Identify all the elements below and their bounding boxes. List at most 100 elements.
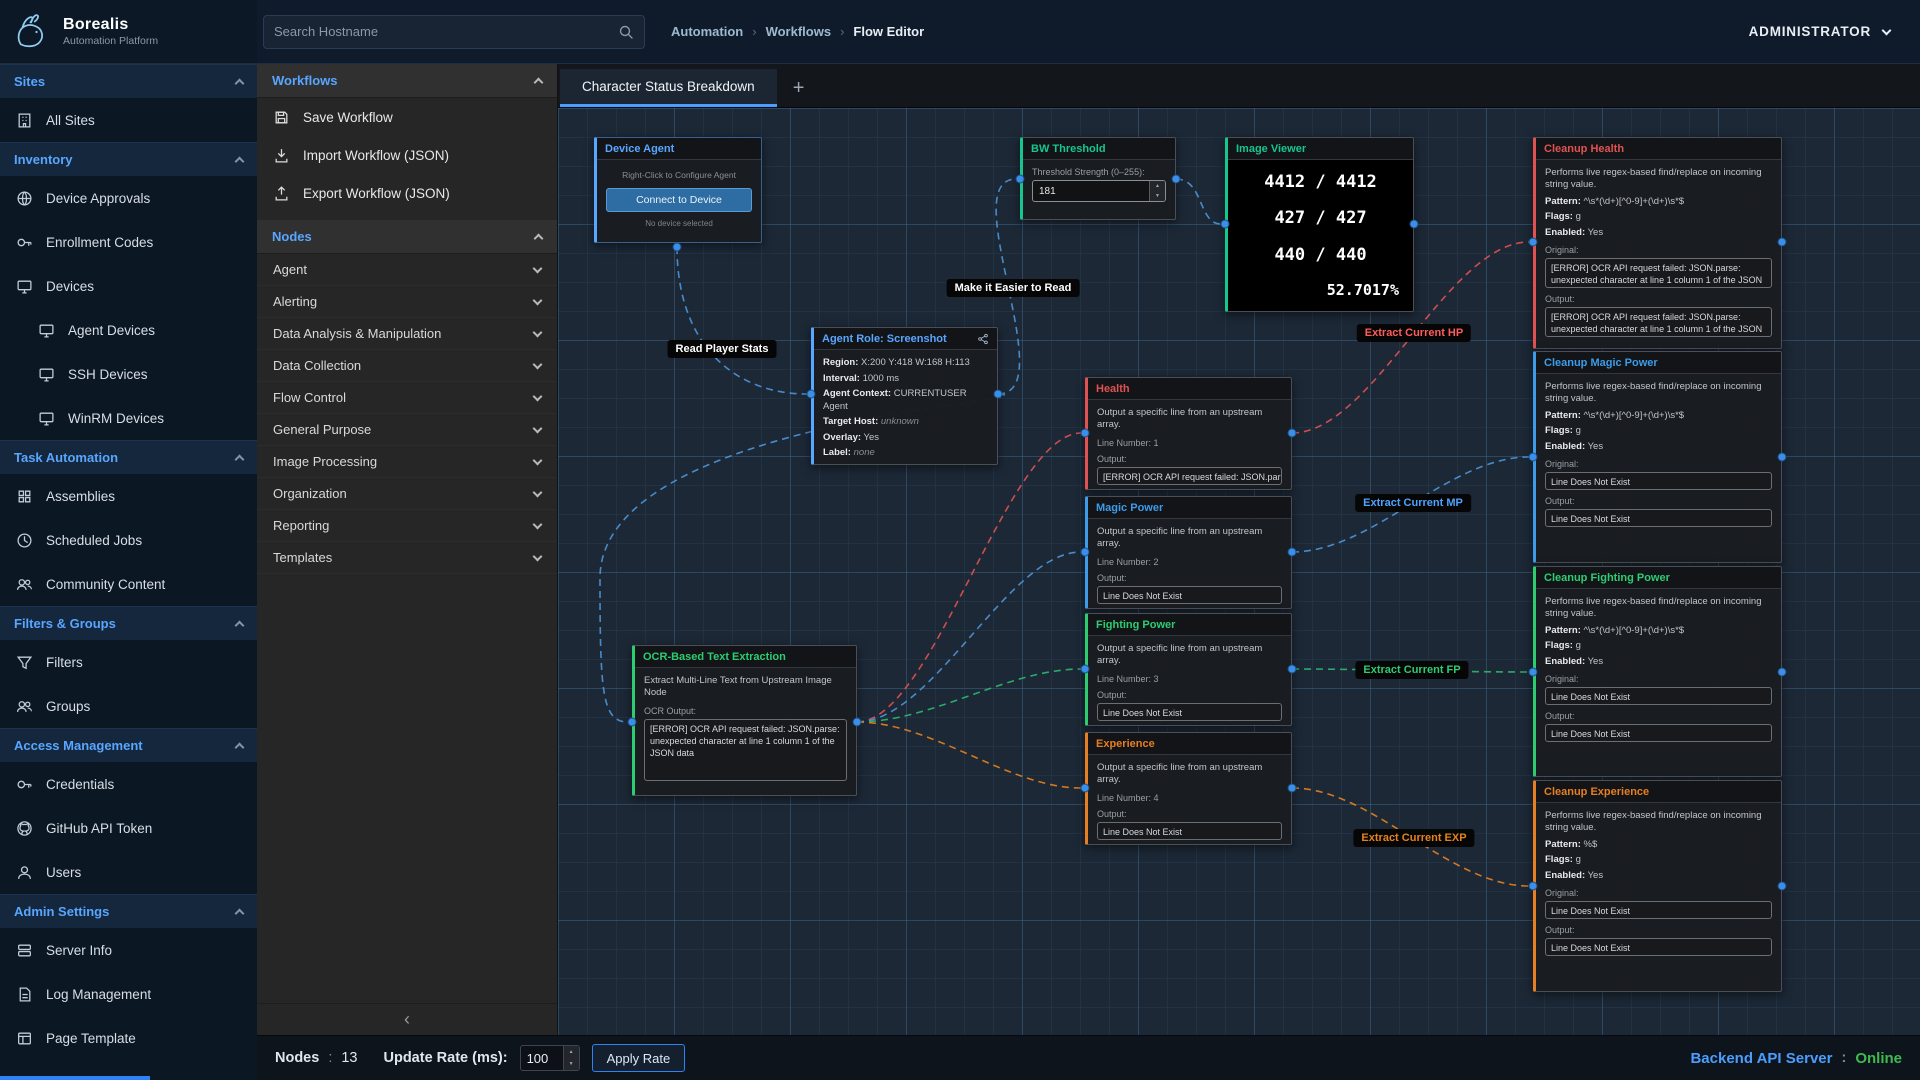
spinner-up-icon[interactable]: ▲ — [564, 1046, 579, 1058]
node-category-templates[interactable]: Templates — [257, 542, 557, 574]
node-cleanup-health[interactable]: Cleanup Health Performs live regex-based… — [1533, 137, 1782, 349]
sidebar-section-admin-settings[interactable]: Admin Settings — [0, 894, 257, 928]
field-value: %$ — [1584, 839, 1598, 850]
sidebar-item-users[interactable]: Users — [0, 850, 257, 894]
nodes-header[interactable]: Nodes — [257, 220, 557, 254]
breadcrumb-workflows[interactable]: Workflows — [766, 24, 832, 39]
collapse-panel-button[interactable]: ‹ — [257, 1003, 557, 1035]
sidebar-item-credentials[interactable]: Credentials — [0, 762, 257, 806]
sidebar-item-all-sites[interactable]: All Sites — [0, 98, 257, 142]
node-category-alerting[interactable]: Alerting — [257, 286, 557, 318]
node-category-data-collection[interactable]: Data Collection — [257, 350, 557, 382]
node-category-image-processing[interactable]: Image Processing — [257, 446, 557, 478]
brand[interactable]: Borealis Automation Platform — [0, 0, 257, 63]
threshold-input[interactable] — [1033, 181, 1149, 201]
output-value[interactable]: Line Does Not Exist — [1545, 724, 1772, 742]
sidebar-item-enrollment-codes[interactable]: Enrollment Codes — [0, 220, 257, 264]
original-value[interactable]: Line Does Not Exist — [1545, 901, 1772, 919]
sidebar-item-groups[interactable]: Groups — [0, 684, 257, 728]
sidebar-section-filters-groups[interactable]: Filters & Groups — [0, 606, 257, 640]
sidebar-item-github-api-token[interactable]: GitHub API Token — [0, 806, 257, 850]
output-value[interactable]: Line Does Not Exist — [1545, 509, 1772, 527]
node-image-viewer[interactable]: Image Viewer 4412 / 4412 427 / 427 440 /… — [1225, 137, 1414, 312]
node-title: Image Viewer — [1236, 143, 1306, 155]
import-workflow-button[interactable]: Import Workflow (JSON) — [257, 136, 557, 174]
node-device-agent[interactable]: Device Agent Right-Click to Configure Ag… — [594, 137, 762, 243]
node-category-organization[interactable]: Organization — [257, 478, 557, 510]
node-cleanup-fighting-power[interactable]: Cleanup Fighting Power Performs live reg… — [1533, 566, 1782, 777]
sidebar-section-task-automation[interactable]: Task Automation — [0, 440, 257, 474]
sidebar-item-filters[interactable]: Filters — [0, 640, 257, 684]
spinner-down-icon[interactable]: ▼ — [1150, 191, 1165, 201]
node-agent-screenshot[interactable]: Agent Role: Screenshot Region: X:200 Y:4… — [811, 327, 998, 465]
save-workflow-button[interactable]: Save Workflow — [257, 98, 557, 136]
tab-character-status-breakdown[interactable]: Character Status Breakdown — [560, 69, 777, 107]
node-cleanup-experience[interactable]: Cleanup Experience Performs live regex-b… — [1533, 780, 1782, 992]
sidebar-item-community-content[interactable]: Community Content — [0, 562, 257, 606]
ocr-output-value[interactable]: [ERROR] OCR API request failed: JSON.par… — [644, 719, 847, 781]
apply-rate-button[interactable]: Apply Rate — [592, 1044, 686, 1072]
output-value[interactable]: Line Does Not Exist — [1097, 822, 1282, 840]
node-bw-threshold[interactable]: BW Threshold Threshold Strength (0–255):… — [1020, 137, 1176, 220]
sidebar-section-access-management[interactable]: Access Management — [0, 728, 257, 762]
node-category-agent[interactable]: Agent — [257, 254, 557, 286]
brand-name: Borealis — [63, 16, 158, 34]
new-tab-button[interactable]: + — [777, 69, 821, 107]
original-value[interactable]: [ERROR] OCR API request failed: JSON.par… — [1545, 258, 1772, 288]
breadcrumb-automation[interactable]: Automation — [671, 24, 743, 39]
sidebar-item-page-template[interactable]: Page Template — [0, 1016, 257, 1060]
category-label: General Purpose — [273, 422, 371, 437]
node-title: Fighting Power — [1096, 619, 1175, 631]
spinner-down-icon[interactable]: ▼ — [564, 1058, 579, 1070]
output-value[interactable]: [ERROR] OCR API request failed: JSON.par — [1097, 467, 1282, 485]
node-health[interactable]: Health Output a specific line from an up… — [1085, 377, 1292, 490]
sidebar-item-ssh-devices[interactable]: SSH Devices — [0, 352, 257, 396]
sidebar-section-sites[interactable]: Sites — [0, 64, 257, 98]
sidebar-item-server-info[interactable]: Server Info — [0, 928, 257, 972]
spinner-up-icon[interactable]: ▲ — [1150, 181, 1165, 191]
node-magic-power[interactable]: Magic Power Output a specific line from … — [1085, 496, 1292, 609]
node-ocr-text-extraction[interactable]: OCR-Based Text Extraction Extract Multi-… — [632, 645, 857, 796]
field-label: Label: — [823, 447, 851, 458]
sidebar-item-devices[interactable]: Devices — [0, 264, 257, 308]
node-header: Cleanup Experience — [1536, 781, 1781, 803]
share-icon[interactable] — [977, 333, 989, 345]
output-value[interactable]: Line Does Not Exist — [1097, 703, 1282, 721]
node-category-reporting[interactable]: Reporting — [257, 510, 557, 542]
search-input[interactable] — [274, 24, 618, 39]
original-value[interactable]: Line Does Not Exist — [1545, 687, 1772, 705]
node-category-flow-control[interactable]: Flow Control — [257, 382, 557, 414]
node-cleanup-magic-power[interactable]: Cleanup Magic Power Performs live regex-… — [1533, 351, 1782, 563]
sidebar-item-device-approvals[interactable]: Device Approvals — [0, 176, 257, 220]
sidebar-item-scheduled-jobs[interactable]: Scheduled Jobs — [0, 518, 257, 562]
sidebar-item-winrm-devices[interactable]: WinRM Devices — [0, 396, 257, 440]
hostname-search[interactable] — [263, 15, 645, 49]
node-description: Output a specific line from an upstream … — [1097, 643, 1282, 668]
horizontal-scrollbar[interactable] — [0, 1076, 150, 1080]
sidebar-section-inventory[interactable]: Inventory — [0, 142, 257, 176]
node-category-data-analysis[interactable]: Data Analysis & Manipulation — [257, 318, 557, 350]
node-experience[interactable]: Experience Output a specific line from a… — [1085, 732, 1292, 845]
flow-canvas[interactable]: Device Agent Right-Click to Configure Ag… — [558, 108, 1920, 1035]
sidebar-item-log-management[interactable]: Log Management — [0, 972, 257, 1016]
node-fighting-power[interactable]: Fighting Power Output a specific line fr… — [1085, 613, 1292, 726]
sidebar-item-assemblies[interactable]: Assemblies — [0, 474, 257, 518]
workflows-header[interactable]: Workflows — [257, 64, 557, 98]
item-label: SSH Devices — [68, 367, 148, 382]
output-value[interactable]: Line Does Not Exist — [1545, 938, 1772, 956]
field-label: Interval: — [823, 373, 860, 384]
output-value[interactable]: [ERROR] OCR API request failed: JSON.par… — [1545, 307, 1772, 337]
administrator-menu[interactable]: ADMINISTRATOR — [1749, 24, 1890, 39]
update-rate-input[interactable] — [521, 1051, 563, 1066]
output-value[interactable]: Line Does Not Exist — [1097, 586, 1282, 604]
sidebar-item-agent-devices[interactable]: Agent Devices — [0, 308, 257, 352]
server-icon — [16, 942, 33, 959]
category-label: Flow Control — [273, 390, 346, 405]
node-category-general-purpose[interactable]: General Purpose — [257, 414, 557, 446]
node-description: Output a specific line from an upstream … — [1097, 526, 1282, 551]
original-value[interactable]: Line Does Not Exist — [1545, 472, 1772, 490]
field-label: Region: — [823, 357, 858, 368]
export-workflow-button[interactable]: Export Workflow (JSON) — [257, 174, 557, 212]
category-label: Data Collection — [273, 358, 361, 373]
connect-to-device-button[interactable]: Connect to Device — [606, 188, 752, 212]
